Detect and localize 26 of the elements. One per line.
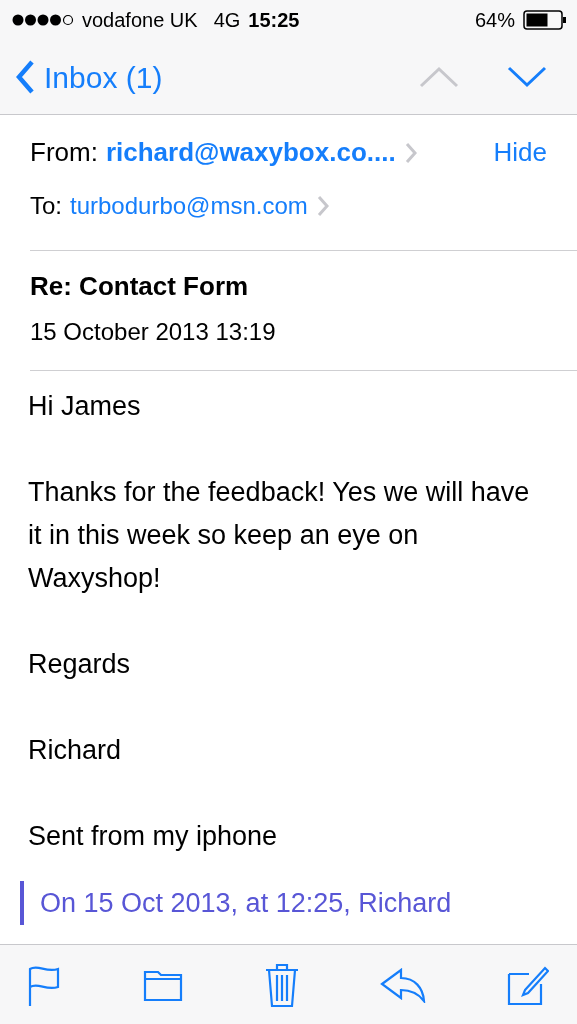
message-paragraph: Thanks for the feedback! Yes we will have it in this week so keep an eye on Waxyshop! <box>28 476 531 595</box>
clock-time: 15:25 <box>248 8 300 33</box>
chevron-icon <box>315 194 330 218</box>
reply-icon[interactable] <box>379 966 426 1003</box>
signal-icon <box>12 14 74 26</box>
sender-link[interactable]: richard@waxybox.co.... <box>105 133 396 172</box>
carrier-name: vodafone UK <box>82 8 198 33</box>
message-paragraph: Sent from my iphone <box>28 820 279 853</box>
recipient-link[interactable]: turbodurbo@msn.com <box>70 188 308 224</box>
message-paragraph: Hi James <box>28 390 142 423</box>
hide-link[interactable]: Hide <box>493 133 547 172</box>
email-subject: Re: Contact Form <box>30 270 250 303</box>
from-label: From: <box>30 136 98 169</box>
quoted-header: On 15 Oct 2013, at 12:25, Richard <box>40 888 452 918</box>
chevron-icon <box>403 140 418 165</box>
battery-icon <box>523 10 567 30</box>
next-button[interactable] <box>507 66 547 88</box>
to-label: To: <box>30 191 62 221</box>
back-button[interactable]: Inbox (1) <box>14 54 163 100</box>
chevron-icon <box>14 59 36 95</box>
message-paragraph: Regards <box>28 648 132 681</box>
trash-icon[interactable] <box>264 961 299 1008</box>
battery-percent: 64% <box>474 8 515 33</box>
network-type: 4G <box>213 8 241 33</box>
message-paragraph: Richard <box>28 734 123 767</box>
email-date: 15 October 2013 13:19 <box>30 317 277 347</box>
